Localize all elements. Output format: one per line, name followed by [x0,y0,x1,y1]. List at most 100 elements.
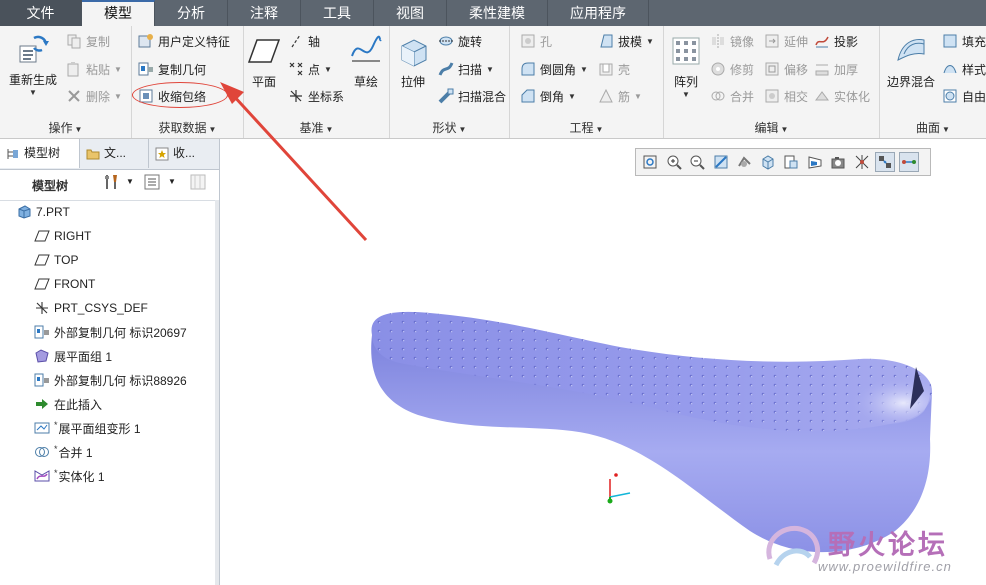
tab-folder-browser-label: 文... [104,146,127,160]
group-datum-label[interactable]: 基准 ▼ [244,119,389,135]
extrude-label: 拉伸 [400,75,425,89]
rib-button[interactable]: 筋 ▼ [598,85,642,107]
mirror-button[interactable]: 镜像 [710,30,754,52]
merge-button[interactable]: 合并 [710,85,754,107]
tree-node-right[interactable]: RIGHT [0,224,219,248]
model-tree: 7.PRT RIGHT TOP FRONT PRT_CSYS_DEF 外部复制几… [0,200,219,488]
solidify-label: 实体化 [834,89,871,104]
delete-button[interactable]: 删除 ▼ [66,85,122,107]
tree-columns-icon[interactable] [190,174,206,190]
sketch-button[interactable]: 草绘 [348,34,384,90]
tab-favorites-label: 收... [173,146,196,160]
tab-model-tree[interactable]: 模型树 [0,139,80,168]
tree-node-front[interactable]: FRONT [0,272,219,296]
tree-node-flatten-deform[interactable]: *展平面组变形 1 [0,416,219,440]
thicken-label: 加厚 [834,62,859,77]
tree-node-copy-geom-1[interactable]: 外部复制几何 标识20697 [0,320,219,344]
revolve-icon [439,36,453,46]
boundary-blend-button[interactable]: 边界混合 [884,34,938,90]
offset-button[interactable]: 偏移 [764,58,808,80]
copy-button[interactable]: 复制 [66,30,110,52]
tab-favorites[interactable]: 收... [149,139,219,168]
solidify-icon [34,470,50,482]
trim-button[interactable]: 修剪 [710,58,754,80]
group-get-data-label[interactable]: 获取数据 ▼ [132,119,243,135]
boundary-blend-label: 边界混合 [886,75,935,89]
tab-model[interactable]: 模型 [82,0,155,26]
thicken-button[interactable]: 加厚 [814,58,858,80]
extrude-button[interactable]: 拉伸 [394,34,432,90]
datum-plane-icon [34,278,50,290]
chevron-down-icon: ▼ [114,64,122,74]
tab-analysis[interactable]: 分析 [155,0,228,26]
tree-node-top[interactable]: TOP [0,248,219,272]
tab-applications[interactable]: 应用程序 [548,0,649,26]
watermark: 野火论坛 www.proewildfire.cn [762,519,972,579]
tab-annotate[interactable]: 注释 [228,0,301,26]
solidify-button[interactable]: 实体化 [814,85,870,107]
hole-label: 孔 [540,34,553,49]
chevron-down-icon: ▼ [634,91,642,101]
group-operations-label[interactable]: 操作 ▼ [0,119,131,135]
rib-label: 筋 [618,89,631,104]
tree-node-part[interactable]: 7.PRT [0,200,219,224]
datum-csys-button[interactable]: 坐标系 [288,85,344,107]
group-shapes-label[interactable]: 形状 ▼ [390,119,509,135]
chevron-down-icon[interactable]: ▼ [126,177,134,186]
intersect-button[interactable]: 相交 [764,85,808,107]
chevron-down-icon: ▼ [114,91,122,101]
regenerate-button[interactable]: 重新生成 ▼ [6,32,60,97]
tab-flexible-modeling[interactable]: 柔性建模 [447,0,548,26]
chamfer-button[interactable]: 倒角 ▼ [520,85,576,107]
tree-node-flatten-quilt[interactable]: 展平面组 1 [0,344,219,368]
datum-axis-label: 轴 [308,34,321,49]
style-button[interactable]: 样式 [942,58,986,80]
paste-button[interactable]: 粘贴 ▼ [66,58,122,80]
chevron-down-icon: ▼ [486,64,494,74]
tree-settings-tools-icon[interactable] [103,173,121,191]
extend-button[interactable]: 延伸 [764,30,808,52]
udf-label: 用户定义特征 [158,34,231,49]
group-engineering: 孔 拔模 ▼ 倒圆角 ▼ 壳 倒角 ▼ 筋 ▼ 工程 ▼ [510,26,664,138]
watermark-url: www.proewildfire.cn [818,559,952,574]
copy-geometry-button[interactable]: 复制几何 [138,58,206,80]
swept-blend-button[interactable]: 扫描混合 [438,85,506,107]
draft-button[interactable]: 拔模 ▼ [598,30,654,52]
tree-node-merge[interactable]: *合并 1 [0,440,219,464]
folder-icon [86,149,100,159]
tree-node-solidify[interactable]: *实体化 1 [0,464,219,488]
group-editing-label[interactable]: 编辑 ▼ [664,119,879,135]
tab-file[interactable]: 文件 [0,0,82,26]
datum-axis-button[interactable]: 轴 [288,30,320,52]
merge-label: 合并 [730,89,755,104]
group-engineering-label[interactable]: 工程 ▼ [510,119,663,135]
tab-tools[interactable]: 工具 [301,0,374,26]
pattern-button[interactable]: 阵列 ▼ [668,34,704,99]
freestyle-button[interactable]: 自由 [942,85,986,107]
datum-plane-button[interactable]: 平面 [246,34,282,90]
round-button[interactable]: 倒圆角 ▼ [520,58,588,80]
revolve-button[interactable]: 旋转 [438,30,482,52]
pattern-label: 阵列 [673,75,698,89]
tree-node-copy-geom-2[interactable]: 外部复制几何 标识88926 [0,368,219,392]
sweep-label: 扫描 [458,62,483,77]
project-button[interactable]: 投影 [814,30,858,52]
tab-view[interactable]: 视图 [374,0,447,26]
shell-button[interactable]: 壳 [598,58,630,80]
tree-node-insert-here[interactable]: 在此插入 [0,392,219,416]
draft-label: 拔模 [618,34,643,49]
sweep-button[interactable]: 扫描 ▼ [438,58,494,80]
ribbon-tab-bar: 文件 模型 分析 注释 工具 视图 柔性建模 应用程序 [0,0,986,26]
fill-button[interactable]: 填充 [942,30,986,52]
tree-scrollbar[interactable] [215,200,219,585]
group-surfaces-label[interactable]: 曲面 ▼ [880,119,986,135]
udf-button[interactable]: 用户定义特征 [138,30,230,52]
tree-node-csys[interactable]: PRT_CSYS_DEF [0,296,219,320]
tab-folder-browser[interactable]: 文... [80,139,149,168]
chevron-down-icon[interactable]: ▼ [168,177,176,186]
datum-point-button[interactable]: 点 ▼ [288,58,332,80]
chevron-down-icon: ▼ [29,88,37,97]
graphics-viewport[interactable]: 野火论坛 www.proewildfire.cn [220,139,986,585]
hole-button[interactable]: 孔 [520,30,552,52]
tree-filter-list-icon[interactable] [144,174,160,190]
